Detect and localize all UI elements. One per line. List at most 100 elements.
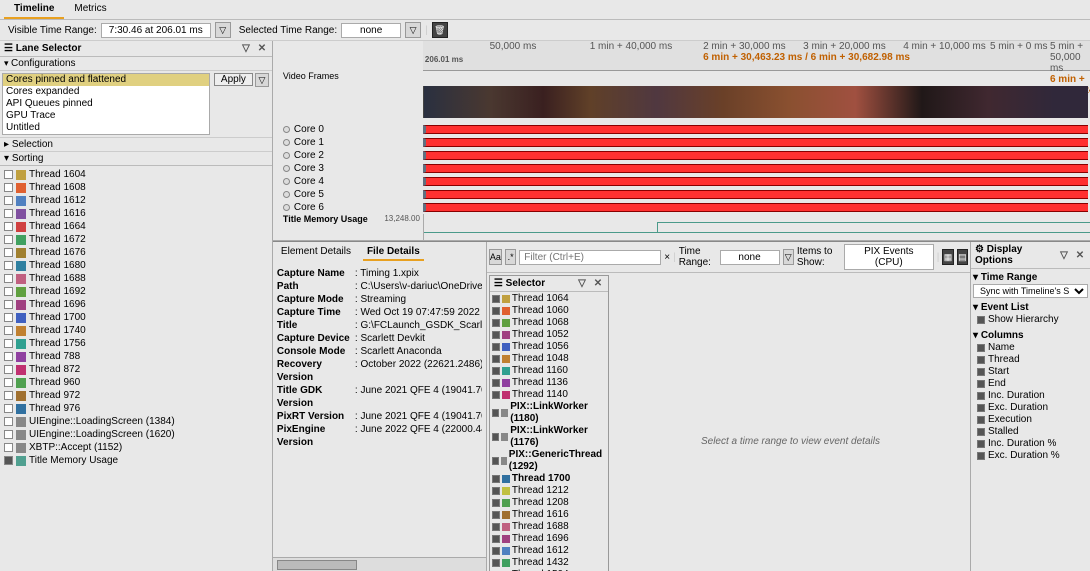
case-toggle-icon[interactable]: Aa <box>489 249 502 265</box>
column-option[interactable]: Inc. Duration % <box>973 438 1088 450</box>
core-row[interactable]: Core 6 <box>273 201 1090 214</box>
checkbox-icon[interactable] <box>977 452 985 460</box>
thread-item[interactable]: UIEngine::LoadingScreen (1384) <box>2 415 270 428</box>
config-item[interactable]: Cores expanded <box>3 86 209 98</box>
selector-item[interactable]: Thread 1064 <box>491 293 607 305</box>
thread-item[interactable]: Thread 1616 <box>2 207 270 220</box>
checkbox-icon[interactable] <box>492 457 499 465</box>
tab-element-details[interactable]: Element Details <box>277 244 355 261</box>
checkbox-icon[interactable] <box>4 339 13 348</box>
column-option[interactable]: Inc. Duration <box>973 390 1088 402</box>
core-row[interactable]: Core 3 <box>273 162 1090 175</box>
core-bar[interactable] <box>423 164 1088 173</box>
core-bar[interactable] <box>423 151 1088 160</box>
checkbox-icon[interactable] <box>492 343 500 351</box>
checkbox-icon[interactable] <box>492 511 500 519</box>
checkbox-icon[interactable] <box>977 404 985 412</box>
selector-item[interactable]: Thread 1160 <box>491 365 607 377</box>
selector-item[interactable]: Thread 1700 <box>491 473 607 485</box>
checkbox-icon[interactable] <box>4 300 13 309</box>
selector-item[interactable]: Thread 1688 <box>491 521 607 533</box>
details-scrollbar[interactable] <box>273 557 486 571</box>
thread-item[interactable]: Thread 1756 <box>2 337 270 350</box>
thread-item[interactable]: Thread 1672 <box>2 233 270 246</box>
column-option[interactable]: Start <box>973 366 1088 378</box>
selector-item[interactable]: Thread 1616 <box>491 509 607 521</box>
thread-item[interactable]: Thread 1612 <box>2 194 270 207</box>
tab-metrics[interactable]: Metrics <box>64 0 116 19</box>
thread-item[interactable]: Thread 1696 <box>2 298 270 311</box>
tr-value[interactable]: none <box>720 250 780 265</box>
filter-clear-icon[interactable]: × <box>664 252 670 263</box>
expand-icon[interactable] <box>283 178 290 185</box>
checkbox-icon[interactable] <box>492 295 500 303</box>
thread-item[interactable]: Thread 976 <box>2 402 270 415</box>
checkbox-icon[interactable] <box>492 535 500 543</box>
checkbox-icon[interactable] <box>4 352 13 361</box>
checkbox-icon[interactable] <box>492 319 500 327</box>
core-bar[interactable] <box>423 203 1088 212</box>
thread-item[interactable]: Thread 788 <box>2 350 270 363</box>
thread-item[interactable]: Thread 1676 <box>2 246 270 259</box>
checkbox-icon[interactable] <box>977 368 985 376</box>
core-row[interactable]: Core 4 <box>273 175 1090 188</box>
core-row[interactable]: Core 0 <box>273 123 1090 136</box>
config-item[interactable]: API Queues pinned <box>3 98 209 110</box>
checkbox-icon[interactable] <box>977 344 985 352</box>
checkbox-icon[interactable] <box>492 379 500 387</box>
column-option[interactable]: Name <box>973 342 1088 354</box>
tab-file-details[interactable]: File Details <box>363 244 424 261</box>
regex-toggle-icon[interactable]: .* <box>505 249 516 265</box>
column-option[interactable]: Execution <box>973 414 1088 426</box>
thread-item[interactable]: Thread 1688 <box>2 272 270 285</box>
expand-icon[interactable] <box>283 152 290 159</box>
checkbox-icon[interactable] <box>977 392 985 400</box>
thread-item[interactable]: Title Memory Usage <box>2 454 270 467</box>
video-frames-strip[interactable] <box>423 86 1088 118</box>
thread-item[interactable]: Thread 1604 <box>2 168 270 181</box>
core-bar[interactable] <box>423 177 1088 186</box>
selector-item[interactable]: Thread 1048 <box>491 353 607 365</box>
column-option[interactable]: Stalled <box>973 426 1088 438</box>
checkbox-icon[interactable] <box>4 417 13 426</box>
memory-chart[interactable]: 13,248.000.00 <box>423 214 1090 241</box>
selector-item[interactable]: Thread 1068 <box>491 317 607 329</box>
selector-item[interactable]: Thread 1052 <box>491 329 607 341</box>
checkbox-icon[interactable] <box>492 307 500 315</box>
thread-item[interactable]: Thread 972 <box>2 389 270 402</box>
checkbox-icon[interactable] <box>977 440 985 448</box>
checkbox-icon[interactable] <box>492 433 499 441</box>
tr-dropdown-icon[interactable]: ▽ <box>783 249 794 265</box>
config-list[interactable]: Cores pinned and flattenedCores expanded… <box>2 73 210 135</box>
str-value[interactable]: none <box>341 23 401 38</box>
selector-item[interactable]: Thread 1056 <box>491 341 607 353</box>
checkbox-icon[interactable] <box>492 547 500 555</box>
checkbox-icon[interactable] <box>4 404 13 413</box>
config-item[interactable]: Cores pinned and flattened <box>3 74 209 86</box>
checkbox-icon[interactable] <box>4 443 13 452</box>
do-timerange-head[interactable]: ▾ Time Range <box>973 271 1088 284</box>
thread-item[interactable]: UIEngine::LoadingScreen (1620) <box>2 428 270 441</box>
timeline-view[interactable]: 206.01 ms 50,000 ms1 min + 40,000 ms2 mi… <box>273 41 1090 241</box>
selector-item[interactable]: Thread 1140 <box>491 389 607 401</box>
sorting-section[interactable]: ▾ Sorting <box>0 151 272 165</box>
checkbox-icon[interactable] <box>977 380 985 388</box>
thread-item[interactable]: Thread 1740 <box>2 324 270 337</box>
checkbox-icon[interactable] <box>4 274 13 283</box>
view-icon-1[interactable]: ▦ <box>942 249 953 265</box>
thread-item[interactable]: Thread 1680 <box>2 259 270 272</box>
core-row[interactable]: Core 5 <box>273 188 1090 201</box>
checkbox-icon[interactable] <box>4 183 13 192</box>
config-item[interactable]: GPU Trace <box>3 110 209 122</box>
selector-item[interactable]: Thread 1208 <box>491 497 607 509</box>
items-value[interactable]: PIX Events (CPU) <box>844 244 934 270</box>
thread-item[interactable]: Thread 1608 <box>2 181 270 194</box>
do-columns-head[interactable]: ▾ Columns <box>973 329 1088 342</box>
checkbox-icon[interactable] <box>492 331 500 339</box>
checkbox-icon[interactable] <box>4 326 13 335</box>
checkbox-icon[interactable] <box>4 222 13 231</box>
tab-timeline[interactable]: Timeline <box>4 0 64 19</box>
expand-icon[interactable] <box>283 191 290 198</box>
checkbox-icon[interactable] <box>492 391 500 399</box>
checkbox-icon[interactable] <box>4 287 13 296</box>
